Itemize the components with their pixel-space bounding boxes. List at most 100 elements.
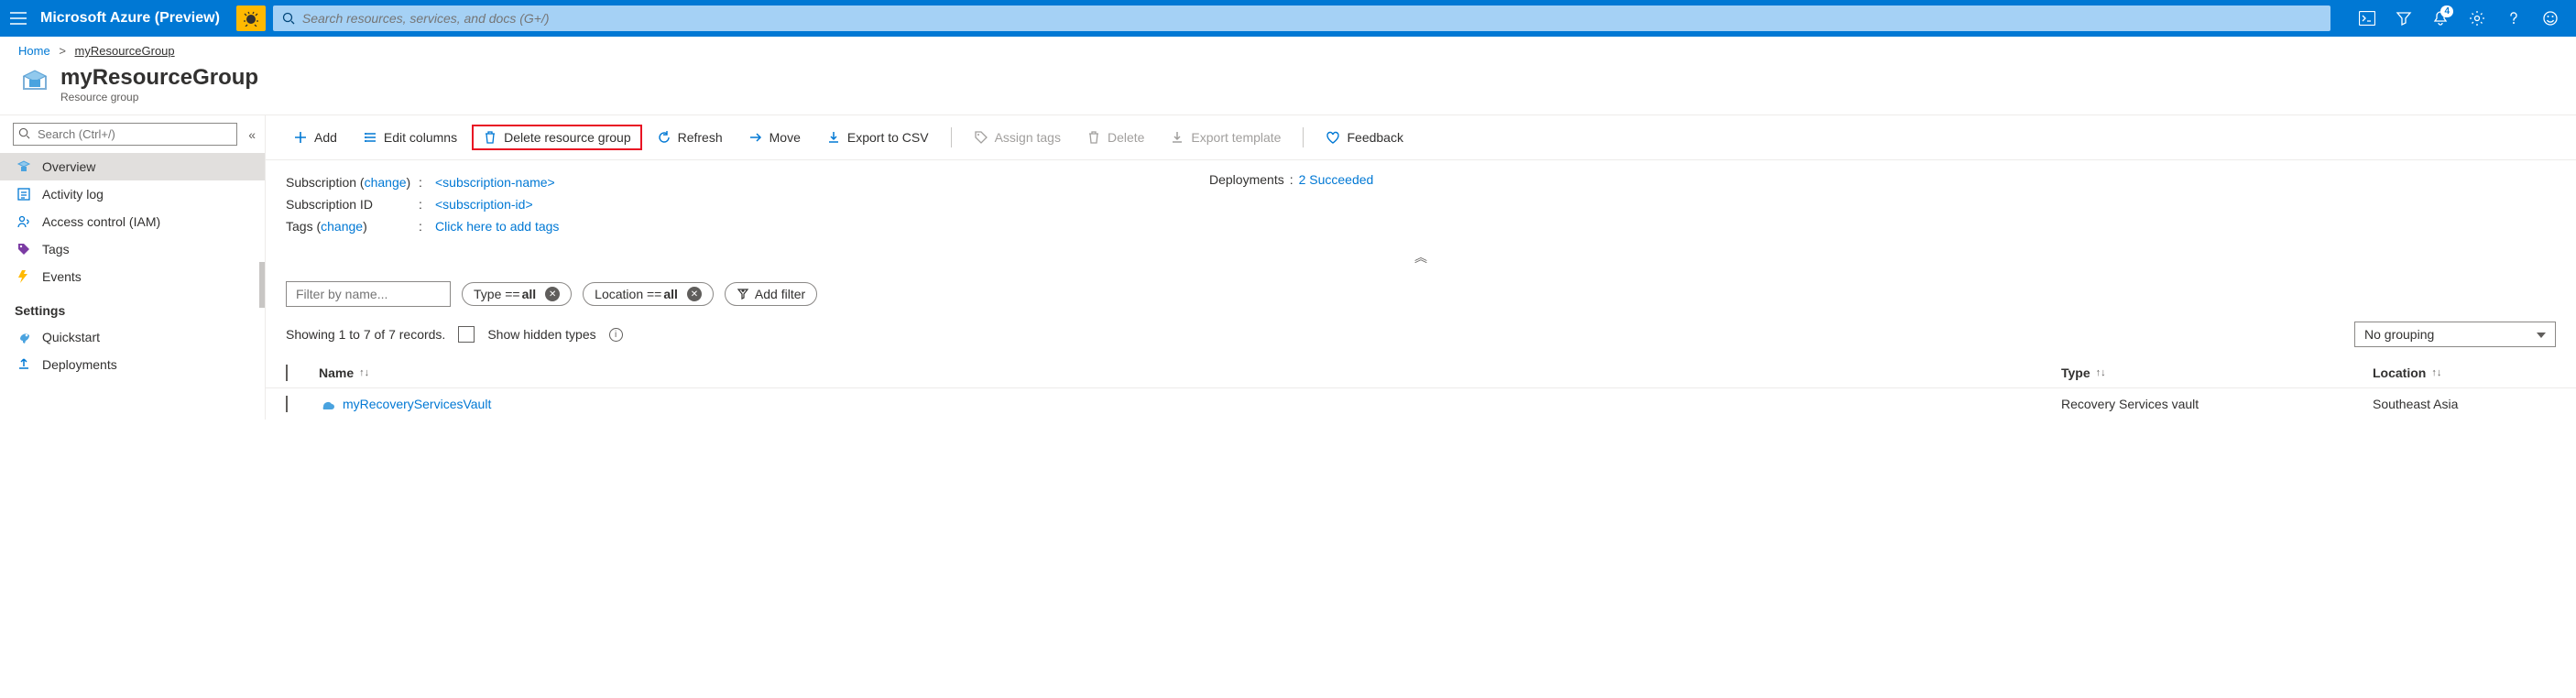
move-button[interactable]: Move bbox=[737, 125, 812, 150]
tags-value[interactable]: Click here to add tags bbox=[435, 219, 559, 234]
assign-tags-button[interactable]: Assign tags bbox=[963, 125, 1072, 150]
sort-icon: ↑↓ bbox=[2431, 367, 2441, 378]
top-bar: Microsoft Azure (Preview) 4 bbox=[0, 0, 2576, 37]
change-subscription-link[interactable]: change bbox=[365, 175, 407, 190]
breadcrumb-current[interactable]: myResourceGroup bbox=[75, 44, 175, 58]
subscription-value[interactable]: <subscription-name> bbox=[435, 175, 555, 190]
sidebar: « Overview Activity log Access control (… bbox=[0, 115, 266, 420]
column-header-type[interactable]: Type↑↓ bbox=[2061, 365, 2373, 380]
sidebar-item-quickstart[interactable]: Quickstart bbox=[0, 323, 265, 351]
sidebar-search-input[interactable] bbox=[13, 123, 237, 146]
delete-resource-group-button[interactable]: Delete resource group bbox=[472, 125, 642, 150]
sidebar-scrollbar[interactable] bbox=[259, 262, 265, 308]
sidebar-search: « bbox=[13, 123, 237, 146]
show-hidden-checkbox[interactable] bbox=[458, 326, 475, 343]
column-header-location[interactable]: Location↑↓ bbox=[2373, 365, 2556, 380]
heart-icon bbox=[1326, 130, 1340, 145]
hamburger-menu-icon[interactable] bbox=[0, 0, 37, 37]
refresh-button[interactable]: Refresh bbox=[646, 125, 734, 150]
type-filter-pill[interactable]: Type == all ✕ bbox=[462, 282, 572, 306]
page-title-block: myResourceGroup Resource group bbox=[0, 61, 2576, 115]
download-icon bbox=[826, 130, 841, 145]
select-all-checkbox[interactable] bbox=[286, 365, 288, 381]
sidebar-item-tags[interactable]: Tags bbox=[0, 235, 265, 263]
plus-icon bbox=[293, 130, 308, 145]
essentials-section: Subscription (change) : <subscription-na… bbox=[266, 160, 2576, 243]
directory-filter-icon[interactable] bbox=[2385, 0, 2422, 37]
notifications-icon[interactable]: 4 bbox=[2422, 0, 2459, 37]
sidebar-item-label: Deployments bbox=[42, 357, 117, 372]
sidebar-item-label: Events bbox=[42, 269, 82, 284]
resource-type: Recovery Services vault bbox=[2061, 397, 2373, 411]
sidebar-item-deployments[interactable]: Deployments bbox=[0, 351, 265, 378]
events-icon bbox=[15, 269, 33, 284]
grouping-dropdown[interactable]: No grouping bbox=[2354, 322, 2556, 347]
overview-icon bbox=[15, 159, 33, 174]
quickstart-icon bbox=[15, 330, 33, 344]
sidebar-item-activity-log[interactable]: Activity log bbox=[0, 180, 265, 208]
delete-button[interactable]: Delete bbox=[1075, 125, 1155, 150]
change-tags-link[interactable]: change bbox=[321, 219, 363, 234]
page-subtitle: Resource group bbox=[60, 91, 258, 104]
show-hidden-label: Show hidden types bbox=[487, 327, 595, 342]
add-filter-button[interactable]: Add filter bbox=[725, 282, 817, 306]
settings-gear-icon[interactable] bbox=[2459, 0, 2495, 37]
brand-title[interactable]: Microsoft Azure (Preview) bbox=[37, 10, 236, 27]
toolbar-separator bbox=[951, 127, 952, 147]
collapse-essentials-icon[interactable]: ︽ bbox=[266, 243, 2576, 272]
location-filter-pill[interactable]: Location == all ✕ bbox=[583, 282, 714, 306]
activity-log-icon bbox=[15, 187, 33, 202]
info-icon[interactable]: i bbox=[609, 328, 623, 342]
deployments-info: Deployments : 2 Succeeded bbox=[1209, 172, 1373, 187]
refresh-icon bbox=[657, 130, 671, 145]
edit-columns-button[interactable]: Edit columns bbox=[352, 125, 468, 150]
toolbar-separator bbox=[1303, 127, 1304, 147]
content-area: Add Edit columns Delete resource group R… bbox=[266, 115, 2576, 420]
subscription-label: Subscription (change) bbox=[286, 175, 419, 190]
filter-by-name-input[interactable] bbox=[286, 281, 451, 307]
resource-group-icon bbox=[18, 65, 51, 98]
deployments-icon bbox=[15, 357, 33, 372]
subscription-id-label: Subscription ID bbox=[286, 197, 419, 212]
global-search[interactable] bbox=[273, 5, 2330, 31]
page-title: myResourceGroup bbox=[60, 65, 258, 91]
access-control-icon bbox=[15, 214, 33, 229]
sidebar-item-label: Quickstart bbox=[42, 330, 100, 344]
resource-location: Southeast Asia bbox=[2373, 397, 2556, 411]
table-header: Name↑↓ Type↑↓ Location↑↓ bbox=[266, 358, 2576, 388]
trash-icon bbox=[1086, 130, 1101, 145]
trash-icon bbox=[483, 130, 497, 145]
breadcrumb-home[interactable]: Home bbox=[18, 44, 50, 58]
column-header-name[interactable]: Name↑↓ bbox=[319, 365, 2061, 380]
global-search-input[interactable] bbox=[302, 11, 2321, 26]
sidebar-item-overview[interactable]: Overview bbox=[0, 153, 265, 180]
help-icon[interactable] bbox=[2495, 0, 2532, 37]
add-filter-icon bbox=[737, 288, 749, 300]
sidebar-item-access-control[interactable]: Access control (IAM) bbox=[0, 208, 265, 235]
tags-icon bbox=[15, 242, 33, 256]
table-row[interactable]: myRecoveryServicesVault Recovery Service… bbox=[266, 388, 2576, 420]
tags-label: Tags (change) bbox=[286, 219, 419, 234]
cloud-shell-icon[interactable] bbox=[2349, 0, 2385, 37]
notification-badge: 4 bbox=[2440, 5, 2453, 17]
preview-bug-icon[interactable] bbox=[236, 5, 266, 31]
resource-name-link[interactable]: myRecoveryServicesVault bbox=[319, 396, 491, 412]
download-icon bbox=[1170, 130, 1184, 145]
add-button[interactable]: Add bbox=[282, 125, 348, 150]
sort-icon: ↑↓ bbox=[2096, 367, 2106, 378]
sidebar-item-label: Tags bbox=[42, 242, 70, 256]
sidebar-item-label: Activity log bbox=[42, 187, 104, 202]
sidebar-item-events[interactable]: Events bbox=[0, 263, 265, 290]
deployments-value[interactable]: 2 Succeeded bbox=[1299, 172, 1374, 187]
row-checkbox[interactable] bbox=[286, 396, 288, 412]
breadcrumb: Home > myResourceGroup bbox=[0, 37, 2576, 61]
clear-filter-icon[interactable]: ✕ bbox=[545, 287, 560, 301]
clear-filter-icon[interactable]: ✕ bbox=[687, 287, 702, 301]
sidebar-heading-settings: Settings bbox=[0, 290, 265, 323]
feedback-button[interactable]: Feedback bbox=[1315, 125, 1414, 150]
export-csv-button[interactable]: Export to CSV bbox=[815, 125, 940, 150]
export-template-button[interactable]: Export template bbox=[1159, 125, 1292, 150]
collapse-sidebar-icon[interactable]: « bbox=[248, 127, 256, 142]
feedback-smile-icon[interactable] bbox=[2532, 0, 2569, 37]
arrow-right-icon bbox=[748, 130, 763, 145]
